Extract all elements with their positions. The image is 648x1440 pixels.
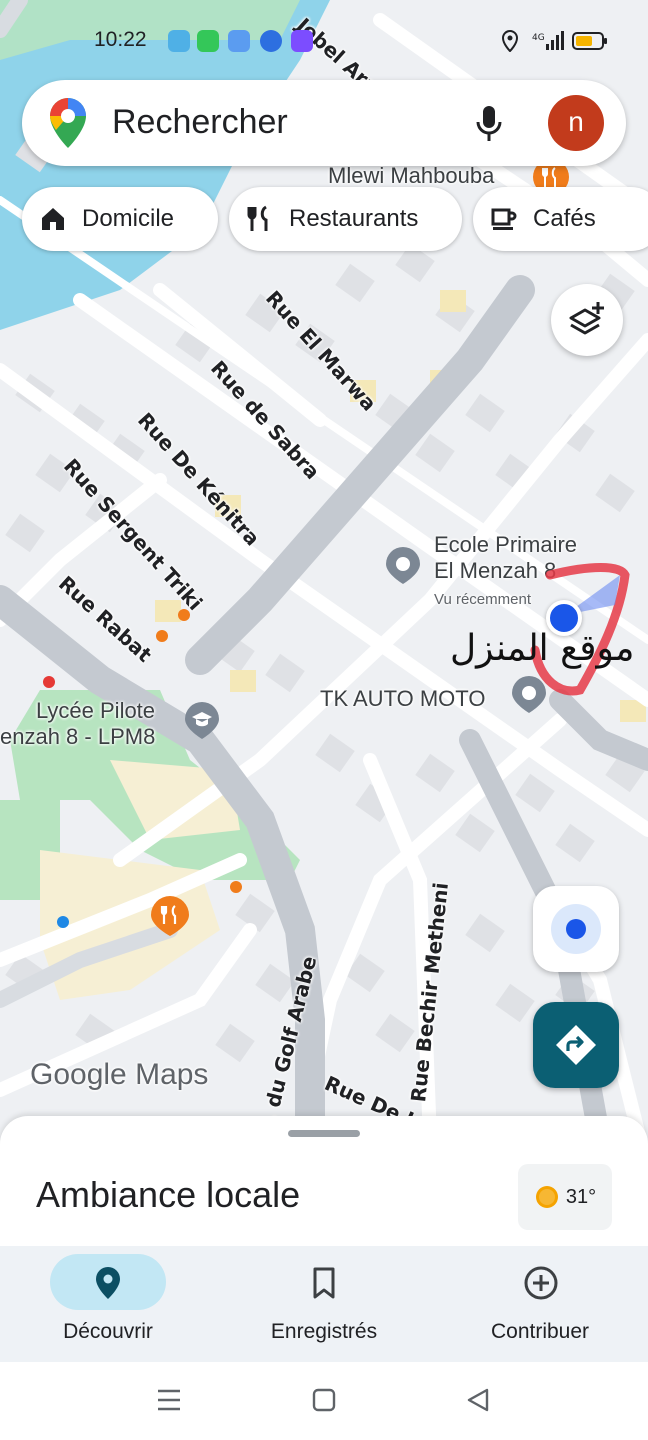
notification-app-icon <box>260 30 282 52</box>
location-status-icon <box>501 30 519 52</box>
school-recent-label: Vu récemment <box>434 591 531 608</box>
poi-dot[interactable] <box>178 609 190 621</box>
search-placeholder[interactable]: Rechercher <box>112 103 288 142</box>
chip-cafes[interactable]: Cafés <box>473 187 648 251</box>
poi-dot[interactable] <box>57 916 69 928</box>
chip-home[interactable]: Domicile <box>22 187 218 251</box>
lycee-name-line1: Lycée Pilote <box>36 698 156 723</box>
nav-explore-label: Découvrir <box>63 1320 153 1343</box>
chip-restaurants[interactable]: Restaurants <box>229 187 462 251</box>
account-avatar[interactable]: n <box>548 95 604 151</box>
search-bar[interactable]: Rechercher n <box>22 80 626 166</box>
poi-dot[interactable] <box>43 676 55 688</box>
place-label-restaurant[interactable]: Mlewi Mahbouba <box>328 163 494 189</box>
directions-icon <box>556 1025 596 1065</box>
chip-cafes-label: Cafés <box>533 205 596 232</box>
notification-app-icon <box>168 30 190 52</box>
poi-dot[interactable] <box>156 630 168 642</box>
bottom-navigation: Découvrir Enregistrés Contribuer <box>0 1246 648 1362</box>
layers-icon <box>569 302 604 335</box>
sheet-title: Ambiance locale <box>36 1174 301 1215</box>
chip-restaurants-label: Restaurants <box>289 205 419 232</box>
layers-button[interactable] <box>551 284 623 356</box>
explore-pin-icon <box>96 1267 120 1299</box>
directions-button[interactable] <box>533 1002 619 1088</box>
add-circle-icon <box>524 1266 558 1300</box>
cafe-icon <box>491 208 517 230</box>
home-square-icon[interactable] <box>312 1388 336 1412</box>
graduation-cap-icon[interactable] <box>182 700 222 740</box>
nav-explore[interactable]: Découvrir <box>8 1254 208 1354</box>
status-bar: 10:22 4G <box>0 22 648 60</box>
lycee-name-line2: enzah 8 - LPM8 <box>0 724 156 749</box>
notification-app-icon <box>291 30 313 52</box>
nav-saved-label: Enregistrés <box>270 1320 378 1343</box>
poi-dot[interactable] <box>230 881 242 893</box>
weather-badge[interactable]: 31° <box>518 1164 612 1230</box>
home-icon <box>42 208 64 230</box>
nav-saved[interactable]: Enregistrés <box>224 1254 424 1354</box>
explore-bottom-sheet[interactable]: Ambiance locale 31° <box>0 1116 648 1256</box>
notification-app-icon <box>197 30 219 52</box>
place-label-lycee[interactable]: Lycée Pilote enzah 8 - LPM8 <box>0 698 155 750</box>
restaurant-icon <box>247 205 268 231</box>
status-time: 10:22 <box>94 28 147 51</box>
signal-4g-icon: 4G <box>532 31 564 50</box>
my-location-button[interactable] <box>533 886 619 972</box>
microphone-icon[interactable] <box>474 104 504 144</box>
garage-pin-icon[interactable] <box>509 674 549 714</box>
back-triangle-icon[interactable] <box>466 1388 490 1412</box>
menu-icon[interactable] <box>156 1388 182 1412</box>
school-pin-icon[interactable] <box>383 545 423 585</box>
battery-icon <box>572 32 607 50</box>
sun-icon <box>535 1186 558 1208</box>
bookmark-icon <box>313 1267 335 1299</box>
google-maps-watermark: Google Maps <box>30 1058 209 1091</box>
restaurant-icon[interactable] <box>148 894 192 938</box>
chip-home-label: Domicile <box>82 205 175 232</box>
nav-contribute[interactable]: Contribuer <box>440 1254 640 1354</box>
sheet-drag-handle[interactable] <box>288 1130 360 1137</box>
notification-app-icon <box>228 30 250 52</box>
my-location-icon <box>551 904 601 954</box>
nav-contribute-label: Contribuer <box>490 1320 590 1343</box>
google-maps-logo-icon <box>50 98 86 148</box>
home-annotation: موقع المنزل <box>450 628 635 669</box>
weather-temperature: 31° <box>565 1185 597 1208</box>
place-label-garage[interactable]: TK AUTO MOTO <box>320 686 485 712</box>
system-navigation-bar <box>0 1362 648 1440</box>
svg-text:4G: 4G <box>532 33 545 43</box>
